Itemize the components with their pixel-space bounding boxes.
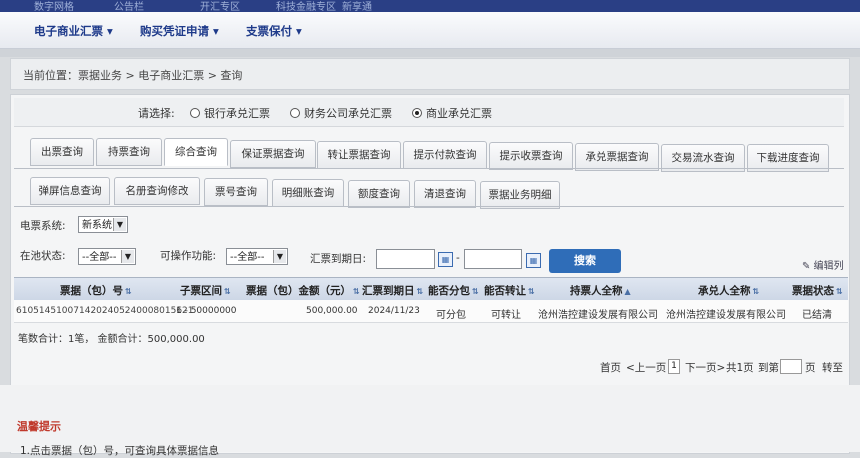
tab-acceptance-query[interactable]: 承兑票据查询 (575, 143, 659, 171)
sort-icon: ⇅ (125, 287, 132, 296)
pager-goto-label: 到第 (758, 362, 779, 374)
col-sub-range[interactable]: 子票区间 ⇅ (180, 283, 231, 298)
divider (0, 49, 860, 57)
chevron-down-icon: ▼ (113, 218, 126, 231)
sort-icon: ⇅ (416, 287, 424, 296)
tab-business-detail[interactable]: 票据业务明细 (480, 181, 560, 209)
sort-icon: ⇅ (836, 287, 843, 296)
pool-status-select[interactable]: --全部-- ▼ (78, 248, 136, 265)
tab-guarantee-query[interactable]: 保证票据查询 (230, 140, 316, 168)
tab-payment-query[interactable]: 提示付款查询 (403, 141, 487, 169)
edit-columns-link[interactable]: ✎ 编辑列 (802, 257, 844, 272)
tab-popup-query[interactable]: 弹屏信息查询 (30, 177, 110, 205)
due-date-label: 汇票到期日: (310, 253, 367, 265)
pager-unit: 页 (805, 362, 816, 374)
chevron-down-icon: ▼ (121, 250, 134, 263)
cell-due-date: 2024/11/23 (368, 306, 420, 316)
table-row: 6105145100714202405240008015621 1 - 5000… (14, 300, 848, 323)
search-button[interactable]: 搜索 (549, 249, 621, 273)
due-date-from-input[interactable] (376, 249, 435, 269)
bill-type-label: 请选择: (138, 107, 175, 120)
breadcrumb: 当前位置：票据业务 > 电子商业汇票 > 查询 (10, 58, 850, 90)
operation-select[interactable]: --全部-- ▼ (226, 248, 288, 265)
calendar-icon[interactable]: ▦ (438, 252, 453, 267)
col-status[interactable]: 票据状态 ⇅ (792, 283, 843, 298)
sort-icon: ⇅ (353, 287, 360, 296)
chevron-down-icon: ▾ (107, 24, 113, 38)
pager-goto-input[interactable] (780, 359, 802, 374)
date-separator: - (456, 252, 460, 264)
pager-first[interactable]: 首页 (600, 360, 621, 375)
col-splittable[interactable]: 能否分包 ⇅ (428, 283, 479, 298)
menu-electronic-bill[interactable]: 电子商业汇票 ▾ (34, 23, 113, 39)
top-nav-strip: 数字网格 公告栏 开汇专区 科技金融专区 新享通 (0, 0, 860, 13)
menu-check-guarantee[interactable]: 支票保付 ▾ (246, 23, 302, 39)
cell-sub-range: 1 - 50000000 (176, 306, 237, 316)
table-header: 票据（包）号 ⇅ 子票区间 ⇅ 票据（包）金额（元） ⇅ 汇票到期日 ⇅ 能否分包 ⇅ 能… (14, 277, 848, 301)
tab-receipt-query[interactable]: 提示收票查询 (489, 142, 573, 170)
chevron-down-icon: ▾ (296, 24, 302, 38)
col-holder[interactable]: 持票人全称 ▲ (570, 283, 631, 298)
table-summary: 笔数合计：1笔， 金额合计：500,000.00 (18, 334, 205, 345)
tab-roster-query[interactable]: 名册查询修改 (114, 177, 200, 205)
pool-status-label: 在池状态: (20, 250, 66, 262)
tab-transfer-query[interactable]: 转让票据查询 (317, 141, 401, 169)
tips-section: 温馨提示 1.点击票据（包）号，可查询具体票据信息 (0, 385, 860, 457)
cell-holder: 沧州浩控建设发展有限公司 (538, 310, 658, 321)
sort-icon: ⇅ (224, 287, 231, 296)
cell-bill-number[interactable]: 6105145100714202405240008015621 (16, 306, 194, 316)
due-date-to-input[interactable] (464, 249, 522, 269)
pager-total: 共1页 (726, 362, 754, 374)
edit-icon: ✎ (802, 261, 811, 272)
radio-bank-acceptance[interactable]: 银行承兑汇票 (190, 105, 270, 121)
radio-selected-icon (412, 108, 422, 118)
pager-next[interactable]: 下一页> (685, 360, 725, 375)
tab-divider (14, 168, 844, 169)
radio-commercial-acceptance[interactable]: 商业承兑汇票 (412, 105, 492, 121)
cell-splittable: 可分包 (436, 310, 466, 321)
bill-type-selector: 请选择: 银行承兑汇票 财务公司承兑汇票 商业承兑汇票 (14, 98, 844, 127)
cell-status: 已结清 (802, 310, 832, 321)
tab-bill-number-query[interactable]: 票号查询 (204, 178, 268, 206)
tips-line: 1.点击票据（包）号，可查询具体票据信息 (20, 445, 220, 457)
chevron-down-icon: ▾ (213, 24, 219, 38)
sort-icon: ▲ (624, 287, 631, 296)
cell-amount: 500,000.00 (306, 306, 358, 316)
tab-quota-query[interactable]: 额度查询 (348, 180, 410, 208)
col-amount[interactable]: 票据（包）金额（元） ⇅ (246, 283, 360, 298)
radio-finance-company[interactable]: 财务公司承兑汇票 (290, 105, 392, 121)
radio-icon (290, 108, 300, 118)
sort-icon: ⇅ (528, 287, 535, 296)
col-transferable[interactable]: 能否转让 ⇅ (484, 283, 535, 298)
tips-title: 温馨提示 (17, 420, 61, 433)
tab-ledger-query[interactable]: 明细账查询 (272, 179, 344, 207)
main-menu-bar: 电子商业汇票 ▾ 购买凭证申请 ▾ 支票保付 ▾ (0, 12, 860, 49)
cell-acceptor: 沧州浩控建设发展有限公司 (666, 310, 786, 321)
operation-label: 可操作功能: (160, 250, 217, 262)
col-bill-number[interactable]: 票据（包）号 ⇅ (60, 283, 132, 298)
menu-voucher-apply[interactable]: 购买凭证申请 ▾ (140, 23, 219, 39)
cell-transferable: 可转让 (491, 310, 521, 321)
pager-go-button[interactable]: 转至 (822, 360, 843, 375)
chevron-down-icon: ▼ (273, 250, 286, 263)
calendar-icon[interactable]: ▦ (526, 253, 541, 268)
col-due-date[interactable]: 汇票到期日 ⇅ (362, 283, 423, 298)
col-acceptor[interactable]: 承兑人全称 ⇅ (698, 283, 759, 298)
system-select[interactable]: 新系统 ▼ (78, 216, 128, 233)
tab-refund-query[interactable]: 清退查询 (414, 180, 476, 208)
tab-issue-query[interactable]: 出票查询 (30, 138, 94, 166)
radio-icon (190, 108, 200, 118)
pager-prev[interactable]: <上一页 (626, 360, 666, 375)
tab-holding-query[interactable]: 持票查询 (96, 138, 162, 166)
breadcrumb-text: 当前位置：票据业务 > 电子商业汇票 > 查询 (23, 69, 243, 82)
pager-current-page[interactable]: 1 (668, 359, 680, 374)
sort-icon: ⇅ (752, 287, 760, 296)
system-label: 电票系统: (20, 220, 66, 232)
tab-divider (14, 206, 844, 207)
sort-icon: ⇅ (472, 287, 479, 296)
tab-comprehensive-query[interactable]: 综合查询 (164, 138, 228, 166)
